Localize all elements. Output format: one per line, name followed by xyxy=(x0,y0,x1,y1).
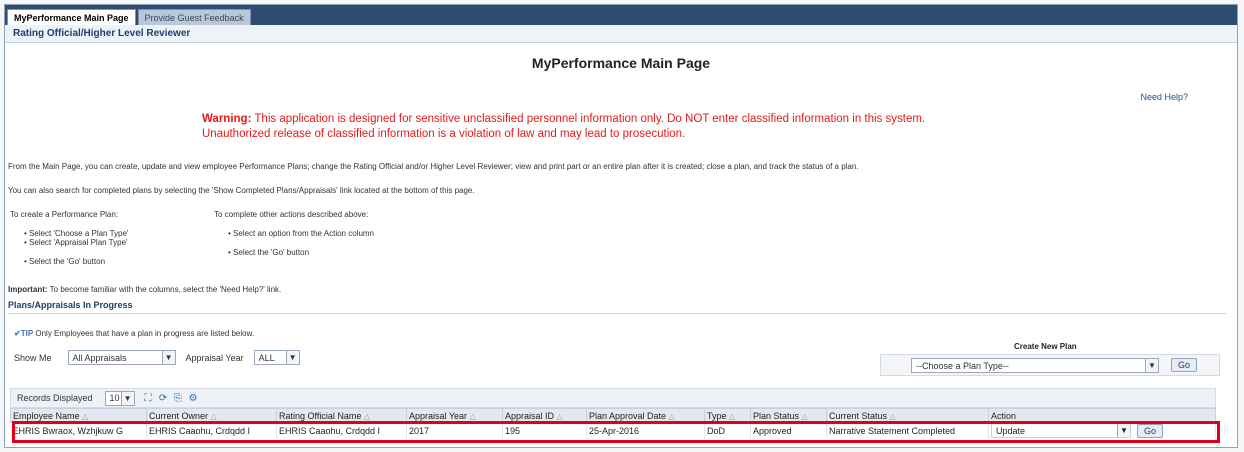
create-heading: To create a Performance Plan: xyxy=(10,210,119,219)
records-toolbar: Records Displayed 10 ▼ ⛶ ⟳ ⎘ ⚙ xyxy=(10,388,1216,408)
tip-check-icon: ✔ xyxy=(14,329,21,338)
sort-icon: △ xyxy=(469,411,476,421)
create-step-2: • Select 'Appraisal Plan Type' xyxy=(24,238,128,247)
show-me-label: Show Me xyxy=(14,352,52,363)
sort-icon: △ xyxy=(729,411,736,421)
show-me-select[interactable]: All Appraisals ▼ xyxy=(67,350,176,365)
create-step-1: • Select 'Choose a Plan Type' xyxy=(24,229,129,238)
sort-icon: △ xyxy=(801,411,808,421)
other-heading: To complete other actions described abov… xyxy=(214,210,369,219)
filter-row: Show Me All Appraisals ▼ Appraisal Year … xyxy=(14,350,300,365)
records-label: Records Displayed xyxy=(17,393,93,403)
records-value: 10 xyxy=(109,393,120,403)
refresh-icon[interactable]: ⟳ xyxy=(158,393,169,404)
other-step-1: • Select an option from the Action colum… xyxy=(228,229,374,238)
expand-icon[interactable]: ⛶ xyxy=(143,393,154,404)
chevron-down-icon: ▼ xyxy=(1145,359,1158,372)
appraisal-year-value: ALL xyxy=(258,352,275,363)
gear-icon[interactable]: ⚙ xyxy=(188,393,199,404)
tab-main-page[interactable]: MyPerformance Main Page xyxy=(7,9,136,25)
security-warning: Warning: This application is designed fo… xyxy=(202,112,1102,142)
page-title: MyPerformance Main Page xyxy=(531,55,711,71)
plan-type-select[interactable]: --Choose a Plan Type-- ▼ xyxy=(911,358,1159,373)
show-me-value: All Appraisals xyxy=(72,352,127,363)
records-select[interactable]: 10 ▼ xyxy=(104,390,135,406)
row-highlight-box xyxy=(12,421,1220,443)
intro-paragraph-2: You can also search for completed plans … xyxy=(8,186,475,195)
role-title: Rating Official/Higher Level Reviewer xyxy=(5,25,1237,43)
create-plan-label: Create New Plan xyxy=(1014,342,1077,351)
create-plan-panel: --Choose a Plan Type-- ▼ Go xyxy=(880,354,1220,376)
need-help-link[interactable]: Need Help? xyxy=(1140,92,1188,102)
chevron-down-icon: ▼ xyxy=(285,351,299,364)
export-icon[interactable]: ⎘ xyxy=(173,393,184,404)
section-title: Plans/Appraisals In Progress xyxy=(8,300,1226,314)
appraisal-year-select[interactable]: ALL ▼ xyxy=(253,350,300,365)
sort-icon: △ xyxy=(889,411,896,421)
sort-icon: △ xyxy=(668,411,675,421)
warning-line2: Unauthorized release of classified infor… xyxy=(202,128,686,140)
chevron-down-icon: ▼ xyxy=(161,351,175,364)
tip-text: Only Employees that have a plan in progr… xyxy=(33,329,255,338)
tab-bar: MyPerformance Main Page Provide Guest Fe… xyxy=(5,5,1237,25)
chevron-down-icon: ▼ xyxy=(120,391,134,405)
create-plan-go-button[interactable]: Go xyxy=(1171,358,1198,372)
other-instructions: To complete other actions described abov… xyxy=(214,210,374,257)
other-step-2: • Select the 'Go' button xyxy=(228,248,310,257)
sort-icon: △ xyxy=(363,411,371,421)
tab-guest-feedback[interactable]: Provide Guest Feedback xyxy=(137,9,251,25)
plan-type-placeholder: --Choose a Plan Type-- xyxy=(916,360,1009,371)
tip-badge: TIP xyxy=(20,329,34,338)
tip-note: ✔TIP Only Employees that have a plan in … xyxy=(14,329,254,338)
important-note: Important: To become familiar with the c… xyxy=(8,285,281,294)
intro-paragraph-1: From the Main Page, you can create, upda… xyxy=(8,162,859,171)
appraisal-year-label: Appraisal Year xyxy=(185,352,244,363)
sort-icon: △ xyxy=(210,411,217,421)
sort-icon: △ xyxy=(556,411,563,421)
warning-prefix: Warning: xyxy=(202,113,252,125)
create-instructions: To create a Performance Plan: • Select '… xyxy=(10,210,128,266)
warning-line1: This application is designed for sensiti… xyxy=(251,113,926,125)
sort-icon: △ xyxy=(82,411,89,421)
important-text: To become familiar with the columns, sel… xyxy=(47,285,282,294)
app-window: MyPerformance Main Page Provide Guest Fe… xyxy=(4,4,1238,448)
important-label: Important: xyxy=(8,285,48,294)
create-step-3: • Select the 'Go' button xyxy=(24,257,106,266)
